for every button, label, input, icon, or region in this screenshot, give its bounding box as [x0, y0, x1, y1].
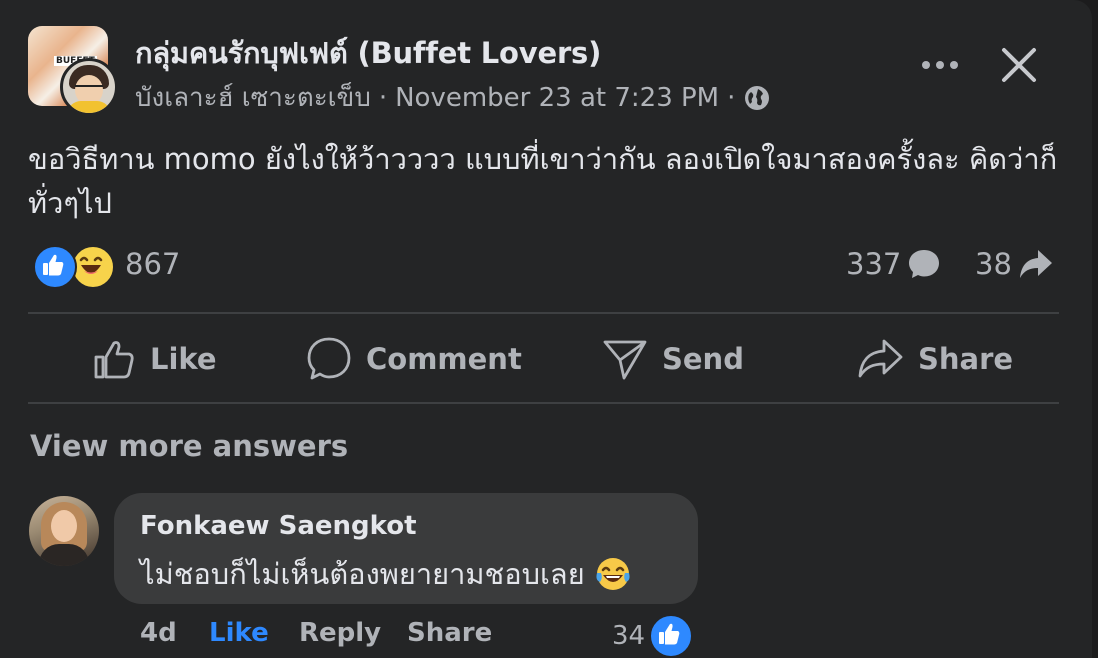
more-dot-icon — [922, 61, 930, 69]
like-button[interactable]: Like — [92, 334, 217, 384]
comment-count[interactable]: 337 — [846, 247, 941, 281]
comment-reply-button[interactable]: Reply — [299, 618, 381, 648]
reaction-icons[interactable] — [33, 245, 115, 289]
globe-icon[interactable] — [743, 84, 771, 112]
view-more-answers-link[interactable]: View more answers — [30, 429, 348, 463]
post-body: ขอวิธีทาน momo ยังไงให้ว้าวววว แบบที่เขา… — [28, 142, 1058, 220]
group-name-link[interactable]: กลุ่มคนรักบุฟเฟต์ (Buffet Lovers) — [135, 30, 601, 76]
share-count[interactable]: 38 — [975, 247, 1054, 281]
send-label: Send — [662, 342, 744, 376]
like-icon — [33, 245, 77, 289]
share-count-value: 38 — [975, 247, 1012, 281]
comment-like-button[interactable]: Like — [209, 618, 269, 648]
comment-share-button[interactable]: Share — [407, 618, 492, 648]
like-label: Like — [150, 342, 217, 376]
author-name-link[interactable]: บังเลาะฮ์ เซาะตะเข็บ — [135, 77, 371, 118]
commenter-avatar[interactable] — [29, 496, 99, 566]
haha-icon — [71, 245, 115, 289]
send-icon — [603, 340, 647, 380]
more-dot-icon — [950, 61, 958, 69]
comment-button[interactable]: Comment — [306, 334, 522, 384]
comment-reaction-count[interactable]: 34 — [612, 614, 694, 658]
comment-bubble-icon — [909, 250, 940, 278]
more-dot-icon — [936, 61, 944, 69]
comment-text: ไม่ชอบก็ไม่เห็นต้องพยายามชอบเลย — [140, 551, 631, 597]
meta-separator: · — [727, 82, 736, 113]
comment-like-count: 34 — [612, 621, 646, 651]
share-button[interactable]: Share — [856, 334, 1013, 384]
comment-count-value: 337 — [846, 247, 902, 281]
comment-bubble: Fonkaew Saengkot ไม่ชอบก็ไม่เห็นต้องพยาย… — [114, 493, 698, 604]
commenter-name-link[interactable]: Fonkaew Saengkot — [140, 511, 417, 541]
post-avatar[interactable]: BUFFET — [28, 26, 118, 116]
comment-time-link[interactable]: 4d — [140, 618, 177, 648]
comment-icon — [307, 337, 351, 380]
reaction-count[interactable]: 867 — [125, 247, 180, 281]
post-meta: บังเลาะฮ์ เซาะตะเข็บ · November 23 at 7:… — [135, 77, 771, 118]
comment-label: Comment — [366, 342, 522, 376]
share-arrow-icon — [1019, 250, 1052, 278]
tears-of-joy-icon — [596, 558, 630, 590]
send-button[interactable]: Send — [602, 334, 744, 384]
comment-text-value: ไม่ชอบก็ไม่เห็นต้องพยายามชอบเลย — [140, 557, 585, 591]
post-card: BUFFET กลุ่มคนรักบุฟเฟต์ (Buffet Lovers)… — [0, 0, 1092, 658]
divider — [28, 312, 1059, 314]
share-icon — [858, 339, 903, 378]
author-avatar[interactable] — [60, 58, 118, 116]
close-icon[interactable] — [996, 42, 1042, 88]
meta-separator: · — [378, 82, 388, 113]
more-options-button[interactable] — [918, 50, 962, 80]
like-icon — [649, 614, 694, 658]
post-timestamp-link[interactable]: November 23 at 7:23 PM — [395, 83, 719, 113]
divider — [28, 402, 1059, 404]
share-label: Share — [918, 342, 1014, 376]
thumbs-up-icon — [94, 341, 134, 379]
